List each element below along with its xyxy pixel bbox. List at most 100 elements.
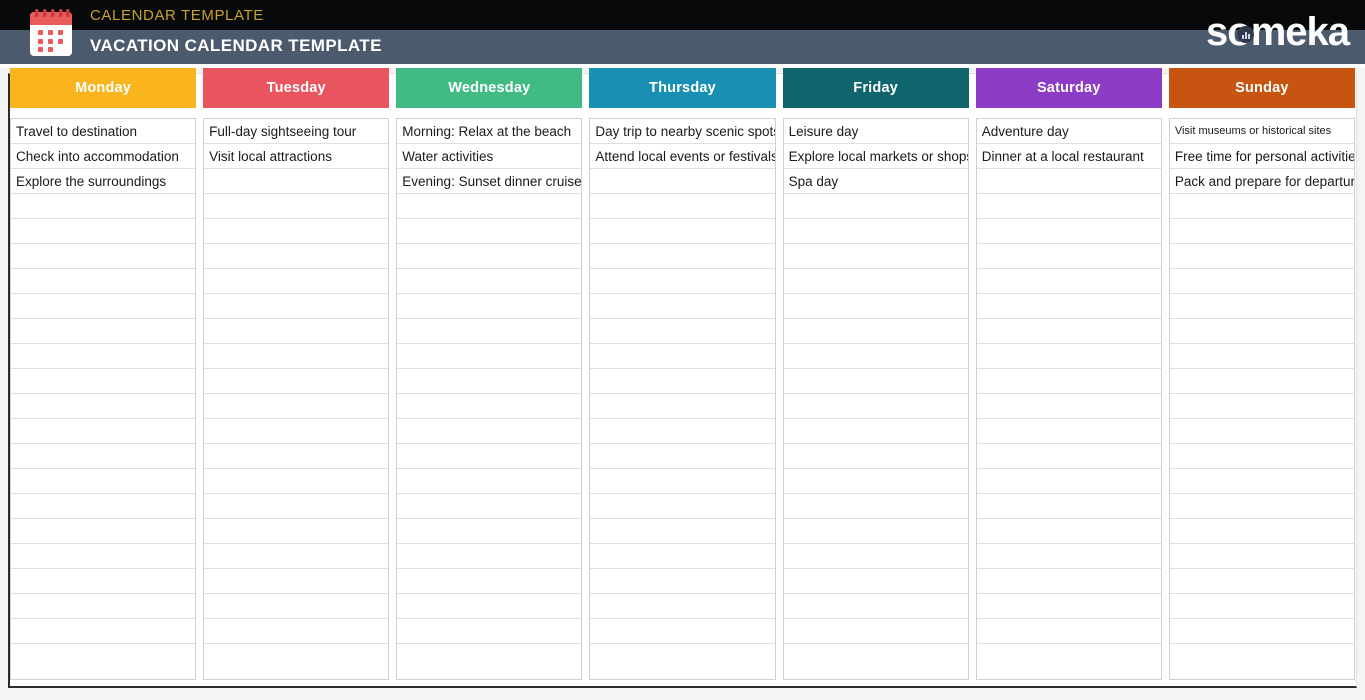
calendar-cell[interactable] <box>783 294 968 319</box>
calendar-cell[interactable] <box>976 344 1161 369</box>
calendar-cell[interactable] <box>1169 519 1354 544</box>
calendar-cell[interactable]: Evening: Sunset dinner cruise <box>397 169 582 194</box>
calendar-cell[interactable]: Leisure day <box>783 119 968 144</box>
calendar-cell[interactable] <box>1169 344 1354 369</box>
calendar-cell[interactable] <box>397 594 582 619</box>
calendar-cell[interactable]: Adventure day <box>976 119 1161 144</box>
calendar-cell[interactable] <box>590 294 775 319</box>
calendar-cell[interactable] <box>204 169 389 194</box>
calendar-cell[interactable] <box>11 444 196 469</box>
day-header-saturday[interactable]: Saturday <box>975 68 1162 108</box>
calendar-cell[interactable] <box>204 494 389 519</box>
calendar-cell[interactable] <box>11 469 196 494</box>
calendar-cell[interactable] <box>783 419 968 444</box>
calendar-cell[interactable] <box>397 494 582 519</box>
calendar-cell[interactable] <box>1169 469 1354 494</box>
calendar-cell[interactable] <box>397 419 582 444</box>
calendar-cell[interactable] <box>590 494 775 519</box>
calendar-cell[interactable] <box>590 469 775 494</box>
calendar-cell[interactable] <box>397 394 582 419</box>
calendar-cell[interactable] <box>204 644 388 669</box>
calendar-cell[interactable] <box>11 644 195 669</box>
calendar-cell[interactable] <box>204 194 389 219</box>
calendar-cell[interactable] <box>11 594 196 619</box>
calendar-cell[interactable] <box>1169 319 1354 344</box>
calendar-cell[interactable] <box>783 394 968 419</box>
calendar-cell[interactable] <box>397 569 582 594</box>
calendar-cell[interactable] <box>590 219 775 244</box>
calendar-cell[interactable] <box>1169 594 1354 619</box>
calendar-cell[interactable] <box>11 269 196 294</box>
calendar-cell[interactable] <box>976 394 1161 419</box>
calendar-cell[interactable] <box>204 394 389 419</box>
calendar-cell[interactable] <box>397 219 582 244</box>
calendar-cell[interactable] <box>204 219 389 244</box>
calendar-cell[interactable] <box>590 569 775 594</box>
calendar-cell[interactable] <box>11 544 196 569</box>
calendar-cell[interactable] <box>204 344 389 369</box>
calendar-cell[interactable] <box>976 519 1161 544</box>
calendar-cell[interactable] <box>204 294 389 319</box>
calendar-cell[interactable]: Visit local attractions <box>204 144 389 169</box>
calendar-cell[interactable] <box>590 394 775 419</box>
calendar-cell[interactable] <box>976 294 1161 319</box>
calendar-cell[interactable] <box>11 294 196 319</box>
calendar-cell[interactable] <box>397 269 582 294</box>
calendar-cell[interactable] <box>397 369 582 394</box>
calendar-cell[interactable] <box>11 344 196 369</box>
calendar-cell[interactable] <box>976 594 1161 619</box>
calendar-cell[interactable] <box>590 544 775 569</box>
calendar-cell[interactable] <box>783 594 968 619</box>
calendar-cell[interactable] <box>204 269 389 294</box>
calendar-cell[interactable] <box>204 519 389 544</box>
calendar-cell[interactable] <box>784 644 968 669</box>
calendar-cell[interactable] <box>783 194 968 219</box>
calendar-cell[interactable] <box>590 419 775 444</box>
calendar-cell[interactable] <box>976 369 1161 394</box>
calendar-cell[interactable] <box>976 469 1161 494</box>
calendar-cell[interactable] <box>204 469 389 494</box>
calendar-cell[interactable] <box>11 394 196 419</box>
calendar-cell[interactable]: Dinner at a local restaurant <box>976 144 1161 169</box>
calendar-cell[interactable] <box>976 319 1161 344</box>
calendar-cell[interactable] <box>783 494 968 519</box>
calendar-cell[interactable] <box>590 369 775 394</box>
day-header-thursday[interactable]: Thursday <box>589 68 776 108</box>
calendar-cell[interactable] <box>11 194 196 219</box>
calendar-cell[interactable] <box>783 369 968 394</box>
calendar-cell[interactable] <box>11 519 196 544</box>
calendar-cell[interactable] <box>1169 569 1354 594</box>
calendar-cell[interactable] <box>204 544 389 569</box>
calendar-cell[interactable] <box>397 544 582 569</box>
calendar-cell[interactable] <box>783 469 968 494</box>
calendar-cell[interactable]: Visit museums or historical sites <box>1169 119 1354 144</box>
calendar-cell[interactable] <box>1169 394 1354 419</box>
calendar-cell[interactable] <box>590 244 775 269</box>
calendar-cell[interactable] <box>11 219 196 244</box>
calendar-cell[interactable] <box>11 494 196 519</box>
calendar-cell[interactable]: Attend local events or festivals <box>590 144 775 169</box>
calendar-cell[interactable] <box>1169 544 1354 569</box>
calendar-cell[interactable]: Day trip to nearby scenic spotss <box>590 119 775 144</box>
calendar-cell[interactable] <box>590 519 775 544</box>
calendar-cell[interactable] <box>590 644 774 669</box>
calendar-cell[interactable]: Free time for personal activities <box>1169 144 1354 169</box>
calendar-cell[interactable] <box>397 294 582 319</box>
day-header-wednesday[interactable]: Wednesday <box>396 68 583 108</box>
calendar-cell[interactable] <box>204 369 389 394</box>
calendar-cell[interactable] <box>783 319 968 344</box>
calendar-cell[interactable] <box>11 569 196 594</box>
calendar-cell[interactable]: Explore the surroundings <box>11 169 196 194</box>
day-header-monday[interactable]: Monday <box>10 68 197 108</box>
calendar-cell[interactable] <box>11 369 196 394</box>
calendar-cell[interactable] <box>976 194 1161 219</box>
calendar-cell[interactable] <box>783 544 968 569</box>
calendar-cell[interactable] <box>590 444 775 469</box>
calendar-cell[interactable] <box>590 194 775 219</box>
calendar-cell[interactable] <box>1169 219 1354 244</box>
calendar-cell[interactable]: Spa day <box>783 169 968 194</box>
calendar-cell[interactable] <box>783 619 968 644</box>
calendar-cell[interactable] <box>397 519 582 544</box>
calendar-cell[interactable]: Pack and prepare for departure <box>1169 169 1354 194</box>
calendar-cell[interactable] <box>976 494 1161 519</box>
